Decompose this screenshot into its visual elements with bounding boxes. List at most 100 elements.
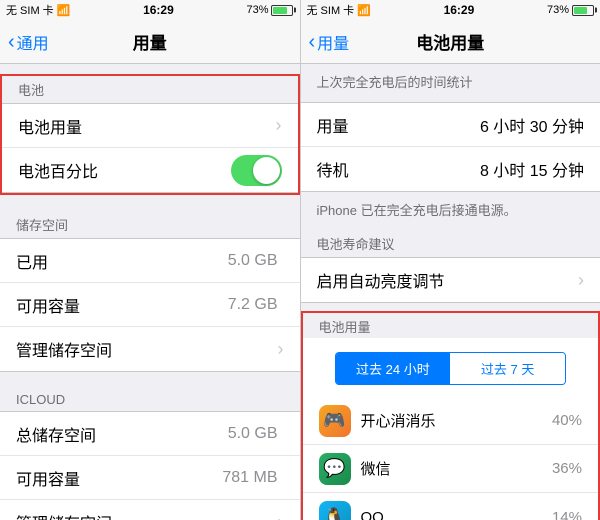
storage-section-body: 已用 5.0 GB 可用容量 7.2 GB 管理储存空间 › (0, 238, 300, 372)
icloud-manage-label: 管理储存空间 (16, 510, 278, 520)
charging-note: iPhone 已在完全充电后接通电源。 (301, 192, 600, 230)
storage-available-value: 7.2 GB (228, 296, 278, 314)
status-bar-left: 无 SIM 卡 📶 16:29 73% (0, 0, 300, 20)
usage-section-body: 过去 24 小时 过去 7 天 🎮 开心消消乐 40% 💬 微信 (303, 338, 599, 520)
standby-time-value: 8 小时 15 分钟 (480, 157, 584, 181)
battery-fill-left (273, 7, 286, 14)
storage-section: 储存空间 已用 5.0 GB 可用容量 7.2 GB 管理储存空间 › (0, 211, 300, 372)
app-icon-1: 💬 (319, 453, 351, 485)
usage-time-value: 6 小时 30 分钟 (480, 113, 584, 137)
carrier-right: 无 SIM 卡 (307, 2, 355, 18)
charge-stats-header: 上次完全充电后的时间统计 (301, 64, 600, 102)
segmented-control-wrapper: 过去 24 小时 过去 7 天 (303, 338, 599, 397)
app-row-0[interactable]: 🎮 开心消消乐 40% (303, 397, 599, 445)
standby-time-row: 待机 8 小时 15 分钟 (301, 147, 600, 191)
battery-header: 电池 (2, 76, 298, 103)
tab-7d[interactable]: 过去 7 天 (450, 353, 565, 384)
app-percent-2: 14% (552, 509, 582, 520)
icloud-manage-row[interactable]: 管理储存空间 › (0, 500, 300, 520)
storage-available-label: 可用容量 (16, 293, 228, 317)
time-rows-section: 用量 6 小时 30 分钟 待机 8 小时 15 分钟 (301, 102, 600, 192)
brightness-arrow: › (578, 270, 584, 291)
status-right-left: 73% (246, 4, 293, 16)
battery-percent-right: 73% (547, 4, 569, 16)
icloud-section-body: 总储存空间 5.0 GB 可用容量 781 MB 管理储存空间 › (0, 411, 300, 520)
app-icon-0: 🎮 (319, 405, 351, 437)
brightness-section: 启用自动亮度调节 › (301, 257, 600, 303)
storage-used-label: 已用 (16, 249, 228, 273)
wifi-icon-right: 📶 (357, 4, 371, 17)
battery-section: 电池 电池用量 › 电池百分比 (0, 74, 300, 195)
battery-percent-label: 电池百分比 (18, 158, 231, 182)
app-name-0: 开心消消乐 (361, 410, 552, 431)
icloud-available-row: 可用容量 781 MB (0, 456, 300, 500)
app-icon-2: 🐧 (319, 501, 351, 520)
battery-percent-left: 73% (246, 4, 268, 16)
battery-usage-label: 电池用量 (18, 114, 276, 138)
tab-24h[interactable]: 过去 24 小时 (336, 353, 451, 384)
right-content: 上次完全充电后的时间统计 用量 6 小时 30 分钟 待机 8 小时 15 分钟… (301, 64, 600, 520)
storage-header: 储存空间 (0, 211, 300, 238)
back-label-left: 通用 (17, 30, 49, 54)
icloud-section: ICLOUD 总储存空间 5.0 GB 可用容量 781 MB 管理储存空间 › (0, 388, 300, 520)
usage-section-header: 电池用量 (303, 313, 599, 338)
carrier-left: 无 SIM 卡 (6, 2, 54, 18)
right-panel: 无 SIM 卡 📶 16:29 73% ‹ 用量 电池用量 上次完全充电后的时间… (301, 0, 600, 520)
battery-usage-arrow: › (276, 115, 282, 136)
app-row-1[interactable]: 💬 微信 36% (303, 445, 599, 493)
tab-control: 过去 24 小时 过去 7 天 (335, 352, 567, 385)
app-percent-0: 40% (552, 412, 582, 429)
icloud-header: ICLOUD (0, 388, 300, 411)
toggle-knob (253, 157, 280, 184)
wifi-icon-left: 📶 (57, 4, 71, 17)
tab-24h-label: 过去 24 小时 (356, 362, 430, 377)
icloud-total-label: 总储存空间 (16, 422, 228, 446)
app-name-2: QQ (361, 509, 552, 520)
storage-manage-label: 管理储存空间 (16, 337, 278, 361)
battery-highlight-box: 电池 电池用量 › 电池百分比 (0, 74, 300, 195)
brightness-row[interactable]: 启用自动亮度调节 › (301, 258, 600, 302)
status-right-right: 73% (547, 4, 594, 16)
back-label-right: 用量 (317, 30, 349, 54)
app-name-1: 微信 (361, 458, 552, 479)
status-left: 无 SIM 卡 📶 (6, 2, 70, 18)
status-left-right: 无 SIM 卡 📶 (307, 2, 371, 18)
standby-time-label: 待机 (317, 157, 480, 181)
nav-title-right: 电池用量 (416, 29, 484, 54)
brightness-label: 启用自动亮度调节 (317, 268, 579, 292)
battery-percent-row[interactable]: 电池百分比 (2, 148, 298, 192)
battery-percent-toggle[interactable] (231, 155, 282, 186)
life-suggestion-header: 电池寿命建议 (301, 230, 600, 257)
nav-title-left: 用量 (133, 29, 167, 54)
battery-icon-left (271, 5, 293, 16)
storage-used-row: 已用 5.0 GB (0, 239, 300, 283)
back-arrow-left: ‹ (8, 32, 15, 52)
app-row-2[interactable]: 🐧 QQ 14% (303, 493, 599, 520)
icloud-total-value: 5.0 GB (228, 425, 278, 443)
battery-section-body: 电池用量 › 电池百分比 (2, 103, 298, 193)
back-arrow-right: ‹ (309, 32, 316, 52)
time-left: 16:29 (143, 3, 174, 17)
nav-bar-left: ‹ 通用 用量 (0, 20, 300, 64)
back-button-right[interactable]: ‹ 用量 (309, 30, 350, 54)
storage-manage-arrow: › (278, 339, 284, 360)
icloud-manage-arrow: › (278, 512, 284, 520)
icloud-total-row: 总储存空间 5.0 GB (0, 412, 300, 456)
icloud-available-value: 781 MB (222, 469, 277, 487)
battery-fill-right (574, 7, 587, 14)
storage-manage-row[interactable]: 管理储存空间 › (0, 327, 300, 371)
battery-usage-row[interactable]: 电池用量 › (2, 104, 298, 148)
storage-available-row: 可用容量 7.2 GB (0, 283, 300, 327)
battery-icon-right (572, 5, 594, 16)
tab-7d-label: 过去 7 天 (481, 362, 534, 377)
nav-bar-right: ‹ 用量 电池用量 (301, 20, 600, 64)
time-right: 16:29 (444, 3, 475, 17)
app-percent-1: 36% (552, 460, 582, 477)
storage-used-value: 5.0 GB (228, 252, 278, 270)
back-button-left[interactable]: ‹ 通用 (8, 30, 49, 54)
battery-usage-highlight: 电池用量 过去 24 小时 过去 7 天 🎮 开心 (301, 311, 600, 520)
usage-time-label: 用量 (317, 113, 480, 137)
usage-time-row: 用量 6 小时 30 分钟 (301, 103, 600, 147)
status-bar-right: 无 SIM 卡 📶 16:29 73% (301, 0, 600, 20)
left-content: 电池 电池用量 › 电池百分比 储存空间 (0, 64, 300, 520)
